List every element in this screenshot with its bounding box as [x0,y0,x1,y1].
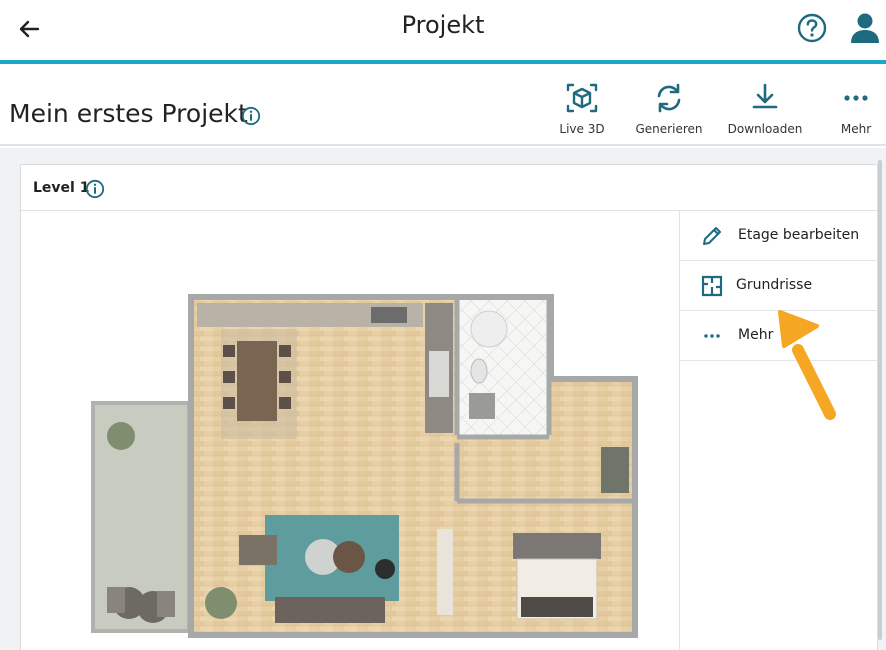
question-circle-icon[interactable] [796,12,828,44]
refresh-icon [657,83,681,113]
pencil-icon [703,227,721,245]
info-circle-icon[interactable] [241,106,261,126]
edit-floor-label: Etage bearbeiten [738,227,860,243]
vertical-scrollbar[interactable] [878,160,882,640]
floorplan-icon [701,275,723,297]
level-card: Level 1 Etage bearbeiten Grundrisse Mehr [20,164,878,650]
edit-floor-item[interactable]: Etage bearbeiten [680,211,878,261]
more-label: Mehr [840,122,872,136]
dots-horizontal-icon [704,334,720,338]
user-icon[interactable] [848,12,882,44]
generate-button[interactable]: Generieren [630,80,708,140]
level-header: Level 1 [21,165,877,211]
floorplans-label: Grundrisse [736,277,813,293]
app-bar-title: Projekt [401,11,485,39]
download-label: Downloaden [727,122,803,136]
floor-plan-view[interactable] [21,211,679,650]
dots-horizontal-icon [844,95,868,101]
cube-icon [566,83,598,113]
download-icon [752,83,778,109]
project-header: Mein erstes Projekt Live 3D Generieren D… [0,64,886,146]
level-label: Level 1 [33,180,90,196]
highlight-arrow-icon [778,310,836,420]
live-3d-label: Live 3D [559,122,605,136]
app-bar: Projekt [0,0,886,60]
floor-plan-image [91,294,638,638]
info-circle-icon[interactable] [85,179,105,199]
download-button[interactable]: Downloaden [724,80,806,140]
more-button[interactable]: Mehr [830,80,882,140]
project-title: Mein erstes Projekt [9,99,248,128]
level-side-menu: Etage bearbeiten Grundrisse Mehr [679,211,878,650]
generate-label: Generieren [635,122,703,136]
live-3d-button[interactable]: Live 3D [554,80,610,140]
